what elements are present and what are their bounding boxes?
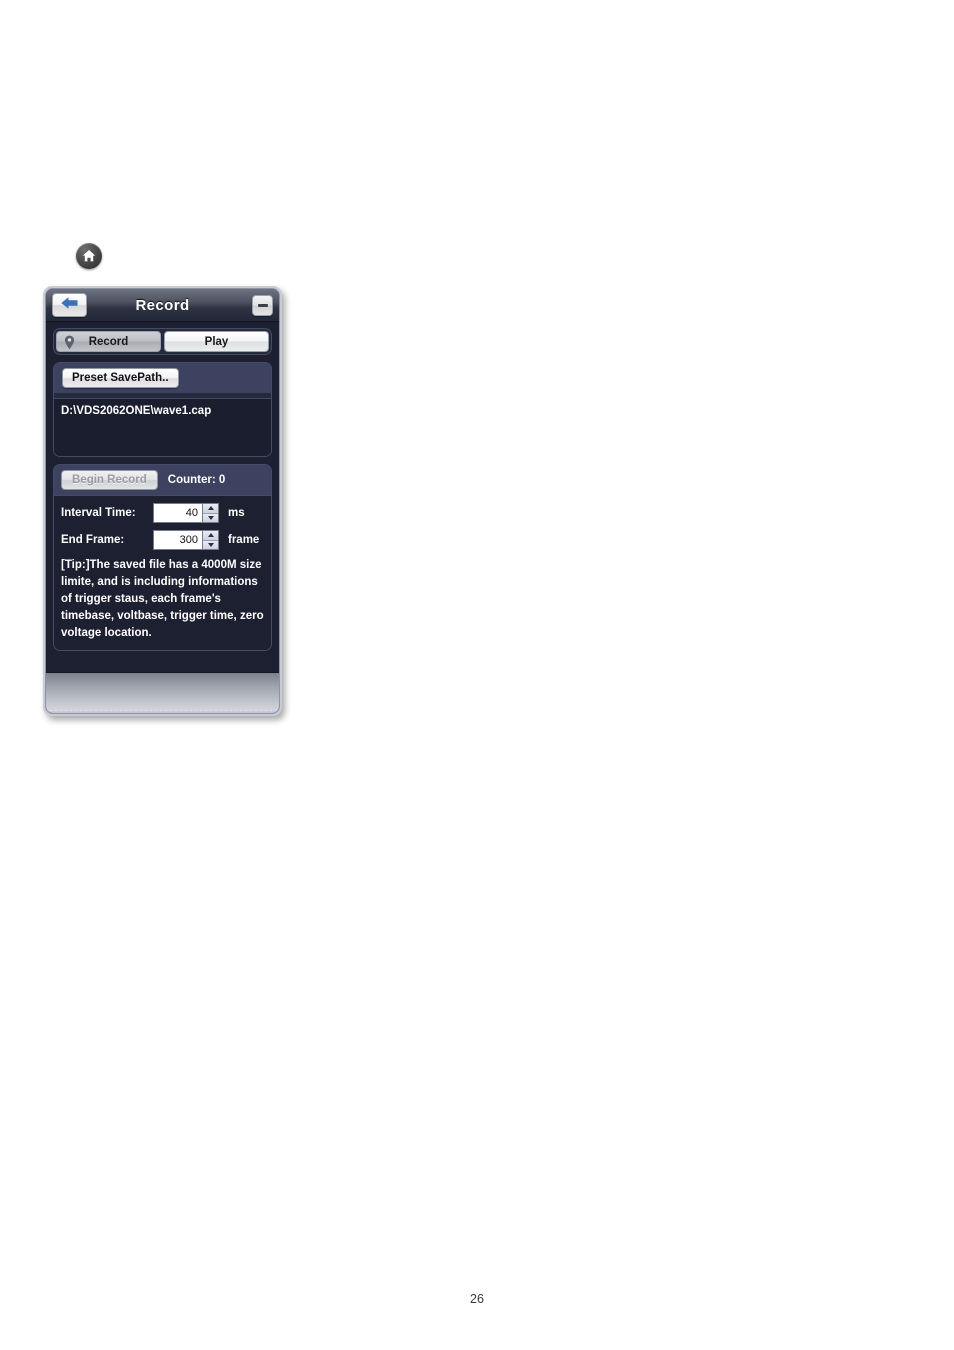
end-frame-value[interactable]: 300: [154, 531, 202, 549]
savepath-group: Preset SavePath.. D:\VDS2062ONE\wave1.ca…: [53, 362, 272, 457]
savepath-display-area[interactable]: D:\VDS2062ONE\wave1.cap: [54, 398, 271, 456]
savepath-value: D:\VDS2062ONE\wave1.cap: [61, 405, 212, 417]
home-icon: [81, 248, 97, 264]
spinner-down-icon: [207, 542, 214, 547]
tab-play-label: Play: [204, 335, 229, 348]
end-frame-up-button[interactable]: [203, 531, 218, 540]
record-dialog-panel: Record Record Play Preset SavePath.. D:\…: [43, 286, 282, 716]
interval-time-value[interactable]: 40: [154, 504, 202, 522]
page-number: 26: [470, 1292, 484, 1306]
back-button[interactable]: [52, 293, 87, 317]
minimize-icon: [257, 303, 268, 307]
spinner-up-icon: [207, 506, 214, 511]
end-frame-label: End Frame:: [61, 534, 125, 546]
minimize-button[interactable]: [252, 294, 273, 316]
tab-record[interactable]: Record: [56, 331, 161, 352]
panel-inner: Record Record Play Preset SavePath.. D:\…: [45, 288, 280, 714]
panel-footer: [46, 672, 279, 713]
interval-time-label: Interval Time:: [61, 507, 136, 519]
interval-time-unit: ms: [228, 507, 245, 519]
counter-label: Counter: 0: [167, 474, 226, 486]
begin-record-button[interactable]: Begin Record: [61, 470, 158, 490]
savepath-header: Preset SavePath..: [54, 363, 271, 393]
tab-record-label: Record: [88, 335, 129, 348]
end-frame-unit: frame: [228, 534, 260, 546]
record-fields: Interval Time: 40 ms End Frame: 300 fram…: [54, 496, 271, 650]
spinner-up-icon: [207, 533, 214, 538]
panel-body: Record Play Preset SavePath.. D:\VDS2062…: [46, 322, 279, 672]
tab-bar: Record Play: [53, 328, 272, 355]
interval-time-stepper[interactable]: 40: [153, 503, 219, 523]
record-group-header: Begin Record Counter: 0: [54, 465, 271, 496]
end-frame-row: End Frame: 300 frame: [61, 530, 264, 550]
interval-time-up-button[interactable]: [203, 504, 218, 513]
end-frame-down-button[interactable]: [203, 539, 218, 549]
end-frame-arrows: [202, 531, 218, 549]
end-frame-stepper[interactable]: 300: [153, 530, 219, 550]
interval-time-down-button[interactable]: [203, 512, 218, 522]
interval-time-arrows: [202, 504, 218, 522]
back-arrow-icon: [60, 296, 79, 315]
panel-titlebar: Record: [46, 289, 279, 322]
pin-icon: [64, 335, 75, 353]
home-button[interactable]: [76, 243, 102, 269]
interval-time-row: Interval Time: 40 ms: [61, 503, 264, 523]
footer-dashed-line: [50, 710, 275, 711]
record-settings-group: Begin Record Counter: 0 Interval Time: 4…: [53, 464, 272, 651]
tip-text: [Tip:]The saved file has a 4000M size li…: [61, 559, 264, 639]
spinner-down-icon: [207, 515, 214, 520]
preset-savepath-button[interactable]: Preset SavePath..: [62, 368, 179, 388]
tab-play[interactable]: Play: [164, 331, 269, 352]
